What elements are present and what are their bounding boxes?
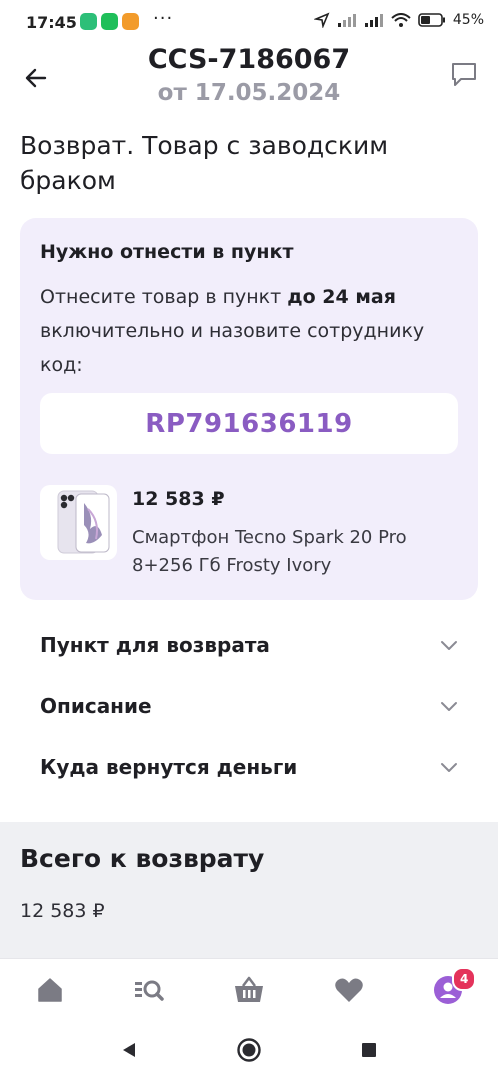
accordion-label: Описание — [40, 694, 152, 718]
status-right: 45% — [313, 12, 484, 28]
product-image[interactable] — [40, 485, 117, 560]
refund-summary: Всего к возврату 12 583 ₽ — [0, 822, 498, 958]
system-home-button[interactable] — [231, 1032, 267, 1068]
phone-app-icon — [101, 13, 118, 30]
nav-profile[interactable]: 4 — [418, 965, 478, 1015]
circle-home-icon — [237, 1038, 261, 1062]
summary-total: 12 583 ₽ — [20, 900, 105, 922]
instructions-deadline: до 24 мая — [287, 286, 396, 308]
product-price: 12 583 ₽ — [132, 488, 225, 510]
signal-icon-2 — [364, 14, 383, 27]
instructions-text-end: включительно и назовите сотруднику код: — [40, 320, 425, 376]
accordion-refund-destination[interactable]: Куда вернутся деньги — [20, 741, 478, 793]
nav-favorites[interactable] — [319, 965, 379, 1015]
mail-app-icon — [122, 13, 139, 30]
battery-icon — [418, 13, 445, 27]
chat-bubble-icon — [452, 63, 476, 86]
battery-percent: 45% — [452, 12, 484, 28]
nav-cart[interactable] — [219, 965, 279, 1015]
accordion-label: Куда вернутся деньги — [40, 755, 298, 779]
nav-catalog[interactable] — [119, 965, 179, 1015]
wifi-icon — [391, 12, 411, 27]
cart-basket-icon — [234, 976, 263, 1002]
summary-title: Всего к возврату — [20, 844, 265, 873]
location-icon — [313, 12, 330, 28]
accordion-label: Пункт для возврата — [40, 633, 270, 657]
instructions-text-start: Отнесите товар в пункт — [40, 286, 288, 308]
order-date: от 17.05.2024 — [157, 80, 341, 106]
smartphone-image-icon — [57, 490, 110, 554]
signal-icon — [337, 14, 356, 27]
status-bar: 17:45 ··· 45% — [0, 0, 498, 46]
return-code-box[interactable]: RP791636119 — [40, 393, 458, 454]
nav-home[interactable] — [20, 965, 80, 1015]
accordion-description[interactable]: Описание — [20, 680, 478, 732]
profile-notification-badge: 4 — [452, 967, 477, 991]
home-icon — [38, 978, 62, 1002]
chevron-down-icon — [434, 630, 464, 660]
return-code: RP791636119 — [145, 408, 353, 439]
status-app-icons — [80, 13, 139, 30]
system-navigation — [0, 1020, 498, 1080]
card-instructions: Отнесите товар в пункт до 24 мая включит… — [40, 280, 440, 382]
status-more-indicator: ··· — [153, 8, 174, 29]
card-title: Нужно отнести в пункт — [40, 241, 294, 263]
system-back-button[interactable] — [111, 1032, 147, 1068]
product-name[interactable]: Смартфон Tecno Spark 20 Pro 8+256 Гб Fro… — [132, 524, 452, 580]
chat-button[interactable] — [444, 54, 484, 94]
square-recents-icon — [362, 1043, 376, 1057]
chevron-down-icon — [434, 752, 464, 782]
app-notification-icon — [80, 13, 97, 30]
system-recents-button[interactable] — [351, 1032, 387, 1068]
status-time: 17:45 — [26, 13, 77, 32]
bottom-navigation: 4 — [0, 958, 498, 1021]
heart-icon — [334, 978, 363, 1002]
catalog-search-icon — [135, 980, 165, 1001]
order-id: CCS-7186067 — [147, 44, 351, 75]
return-instructions-card: Нужно отнести в пункт Отнесите товар в п… — [20, 218, 478, 600]
page-title: Возврат. Товар с заводским браком — [20, 131, 389, 195]
chevron-down-icon — [434, 691, 464, 721]
accordion-return-point[interactable]: Пункт для возврата — [20, 619, 478, 671]
order-header: CCS-7186067 от 17.05.2024 — [0, 44, 498, 116]
triangle-back-icon — [123, 1043, 135, 1057]
